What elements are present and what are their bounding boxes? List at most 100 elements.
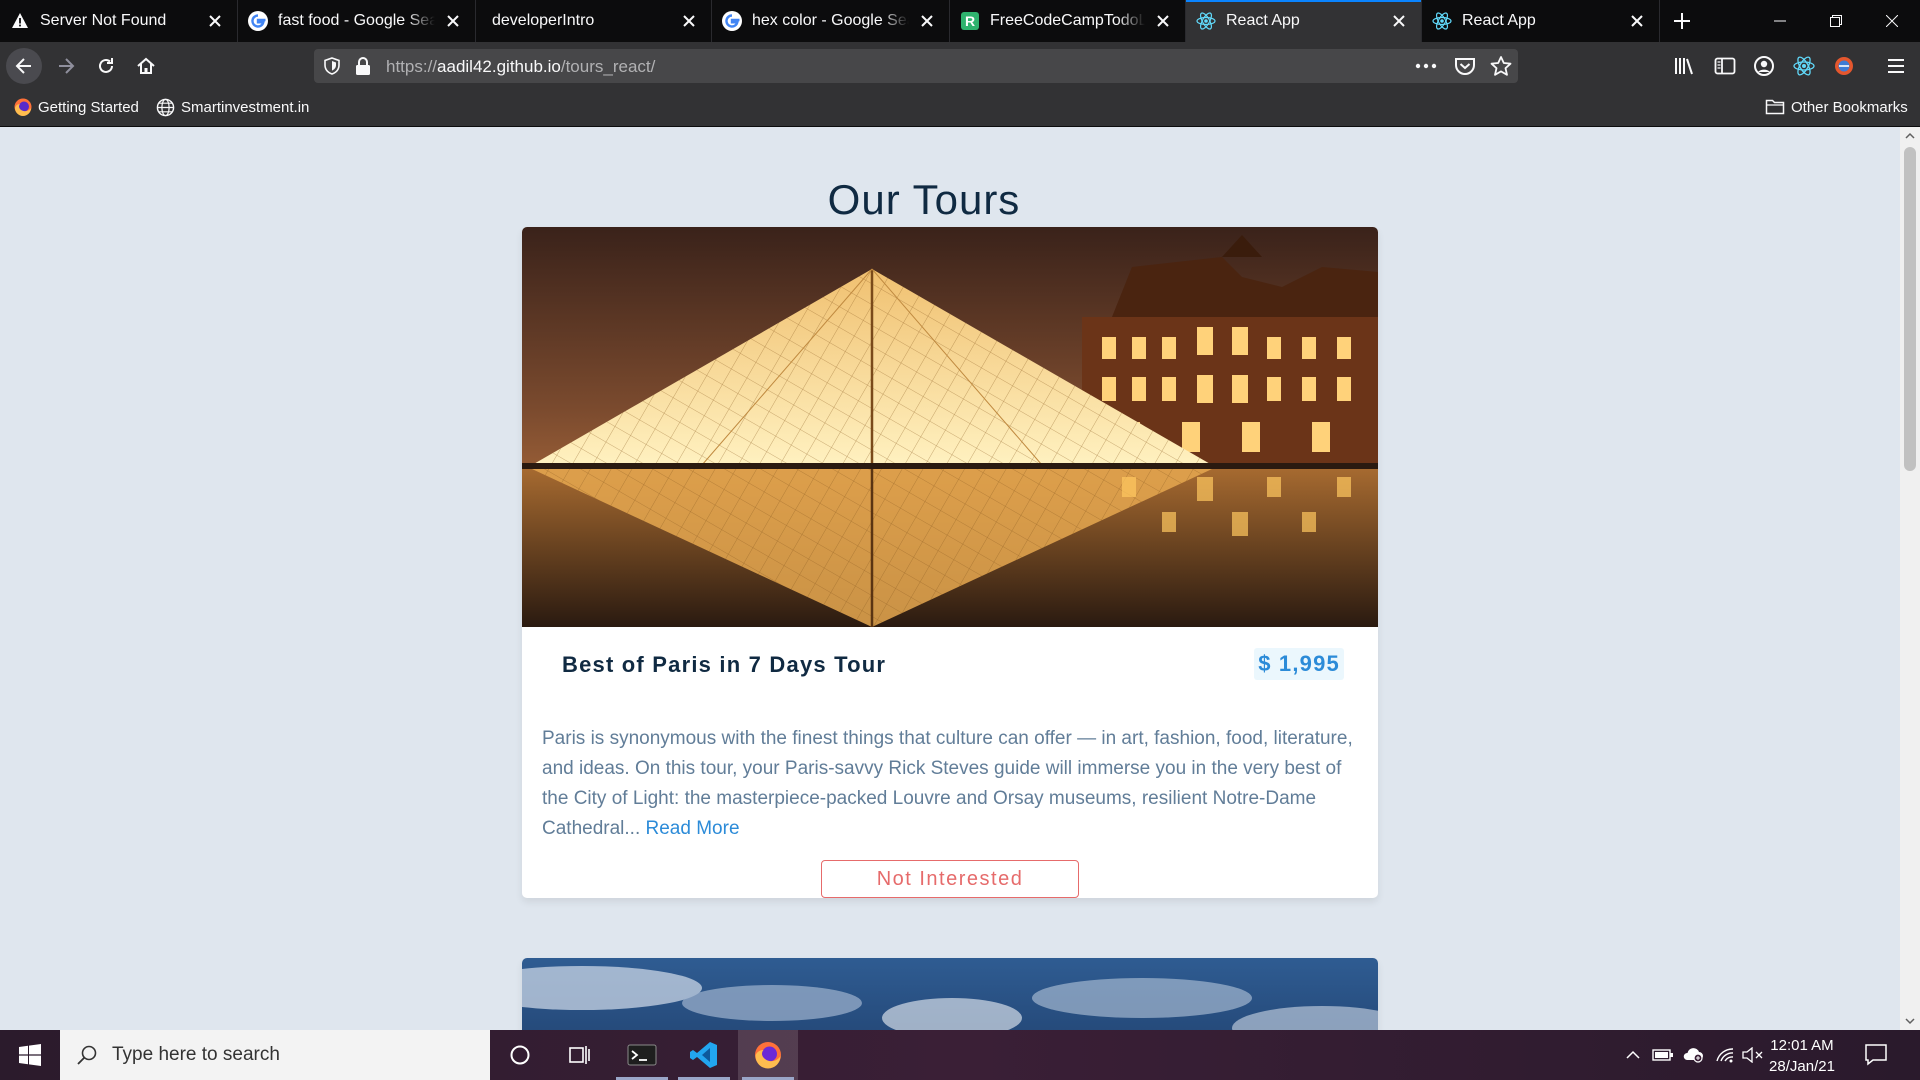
not-interested-button[interactable]: Not Interested <box>821 860 1079 898</box>
windows-logo-icon <box>19 1044 41 1066</box>
reload-button[interactable] <box>88 48 124 84</box>
warning-icon <box>10 11 30 31</box>
pocket-icon[interactable] <box>1454 56 1476 81</box>
tab-strip: Server Not Found fast food - Google Sear… <box>0 0 1920 42</box>
close-tab-icon[interactable] <box>917 11 937 31</box>
terminal-icon <box>627 1044 657 1066</box>
tour-price: $ 1,995 <box>1254 648 1344 680</box>
tab-title: fast food - Google Search <box>278 12 435 29</box>
taskbar-terminal[interactable] <box>612 1030 672 1080</box>
task-view-icon <box>569 1046 590 1064</box>
page-actions-menu-icon[interactable] <box>1414 55 1438 82</box>
tab-react-app-active[interactable]: React App <box>1186 0 1422 42</box>
tab-developer-intro[interactable]: developerIntro <box>476 0 712 42</box>
tab-title: developerIntro <box>492 12 595 29</box>
taskbar-search-box[interactable]: Type here to search <box>60 1030 490 1080</box>
bookmark-getting-started[interactable]: Getting Started <box>14 98 139 116</box>
cortana-icon <box>510 1045 530 1065</box>
other-bookmarks[interactable]: Other Bookmarks <box>1765 98 1908 116</box>
url-scheme: https:// <box>386 57 438 76</box>
tracking-protection-shield-icon[interactable] <box>322 56 342 81</box>
onedrive-sync-icon[interactable] <box>1682 1045 1704 1065</box>
close-tab-icon[interactable] <box>1153 11 1173 31</box>
wifi-icon[interactable] <box>1714 1045 1736 1065</box>
reload-icon <box>99 58 113 73</box>
page-title: Our Tours <box>827 176 1021 223</box>
url-bar[interactable]: https://aadil42.github.io/tours_react/ <box>314 49 1518 83</box>
sidebar-icon[interactable] <box>1713 54 1737 78</box>
react-icon <box>1432 11 1452 31</box>
taskbar-vscode[interactable] <box>674 1030 734 1080</box>
back-button[interactable] <box>6 48 42 84</box>
bookmark-label: Smartinvestment.in <box>181 99 310 116</box>
plus-icon <box>1674 13 1690 29</box>
tab-hex-color-search[interactable]: hex color - Google Search <box>712 0 950 42</box>
tab-react-app[interactable]: React App <box>1422 0 1660 42</box>
minimize-icon <box>1774 20 1786 22</box>
tour-image-sky <box>522 958 1378 1030</box>
firefox-icon <box>755 1042 781 1069</box>
volume-muted-icon[interactable] <box>1742 1045 1764 1065</box>
taskbar-firefox[interactable] <box>738 1030 798 1080</box>
scroll-up-arrow-icon[interactable] <box>1900 127 1920 145</box>
close-window-button[interactable] <box>1864 0 1920 42</box>
tour-image-louvre <box>522 227 1378 627</box>
other-bookmarks-label: Other Bookmarks <box>1791 98 1908 116</box>
tab-title: hex color - Google Search <box>752 12 909 29</box>
home-icon <box>137 57 155 74</box>
clock-date: 28/Jan/21 <box>1769 1058 1835 1075</box>
scroll-down-arrow-icon[interactable] <box>1900 1012 1920 1030</box>
close-tab-icon[interactable] <box>679 11 699 31</box>
tour-info: Paris is synonymous with the finest thin… <box>542 724 1362 844</box>
close-tab-icon[interactable] <box>205 11 225 31</box>
arrow-right-icon <box>59 58 75 74</box>
tab-title: React App <box>1462 12 1536 29</box>
lock-icon[interactable] <box>354 56 372 81</box>
restore-button[interactable] <box>1808 0 1864 42</box>
bookmark-star-icon[interactable] <box>1490 55 1512 82</box>
new-tab-button[interactable] <box>1660 0 1704 42</box>
start-button[interactable] <box>0 1030 60 1080</box>
window-controls <box>1752 0 1920 42</box>
search-icon <box>77 1045 97 1065</box>
arrow-left-icon <box>15 58 31 74</box>
extension-icon[interactable] <box>1832 54 1856 78</box>
action-center-icon[interactable] <box>1864 1042 1888 1071</box>
tab-server-not-found[interactable]: Server Not Found <box>0 0 238 42</box>
bookmark-label: Getting Started <box>38 98 139 116</box>
close-tab-icon[interactable] <box>1389 11 1409 31</box>
tour-name: Best of Paris in 7 Days Tour <box>562 652 887 677</box>
battery-icon[interactable] <box>1652 1045 1674 1065</box>
library-icon[interactable] <box>1673 54 1697 78</box>
tab-fast-food-search[interactable]: fast food - Google Search <box>238 0 476 42</box>
globe-icon <box>156 98 175 117</box>
bookmark-smartinvestment[interactable]: Smartinvestment.in <box>156 98 309 117</box>
tab-freecodecamp-todolist[interactable]: R FreeCodeCampTodoList <box>950 0 1186 42</box>
close-tab-icon[interactable] <box>443 11 463 31</box>
react-devtools-icon[interactable] <box>1792 54 1816 78</box>
page-scrollbar[interactable] <box>1900 127 1920 1030</box>
hamburger-menu-icon[interactable] <box>1884 54 1908 78</box>
search-placeholder: Type here to search <box>112 1044 280 1065</box>
url-text[interactable]: https://aadil42.github.io/tours_react/ <box>386 57 655 77</box>
home-button[interactable] <box>128 48 164 84</box>
account-icon[interactable] <box>1752 54 1776 78</box>
forward-button[interactable] <box>48 48 84 84</box>
cortana-button[interactable] <box>490 1030 550 1080</box>
show-hidden-icons-chevron-icon[interactable] <box>1622 1045 1644 1065</box>
windows-taskbar: Type here to search 12:01 AM 28/Jan/21 <box>0 1030 1920 1080</box>
bookmarks-toolbar: Getting Started Smartinvestment.in Other… <box>0 90 1920 127</box>
task-view-button[interactable] <box>550 1030 610 1080</box>
scrollbar-thumb[interactable] <box>1904 147 1916 471</box>
google-icon <box>248 11 268 31</box>
url-host: aadil42.github.io <box>437 57 561 76</box>
clock-time: 12:01 AM <box>1770 1037 1834 1054</box>
tab-title: FreeCodeCampTodoList <box>990 12 1145 29</box>
minimize-button[interactable] <box>1752 0 1808 42</box>
google-icon <box>722 11 742 31</box>
read-more-link[interactable]: Read More <box>646 818 740 839</box>
restore-icon <box>1830 15 1842 27</box>
page-content: Our Tours Best of Paris in 7 Days Tour $… <box>0 127 1900 1030</box>
close-tab-icon[interactable] <box>1627 11 1647 31</box>
system-clock[interactable]: 12:01 AM 28/Jan/21 <box>1762 1035 1842 1077</box>
